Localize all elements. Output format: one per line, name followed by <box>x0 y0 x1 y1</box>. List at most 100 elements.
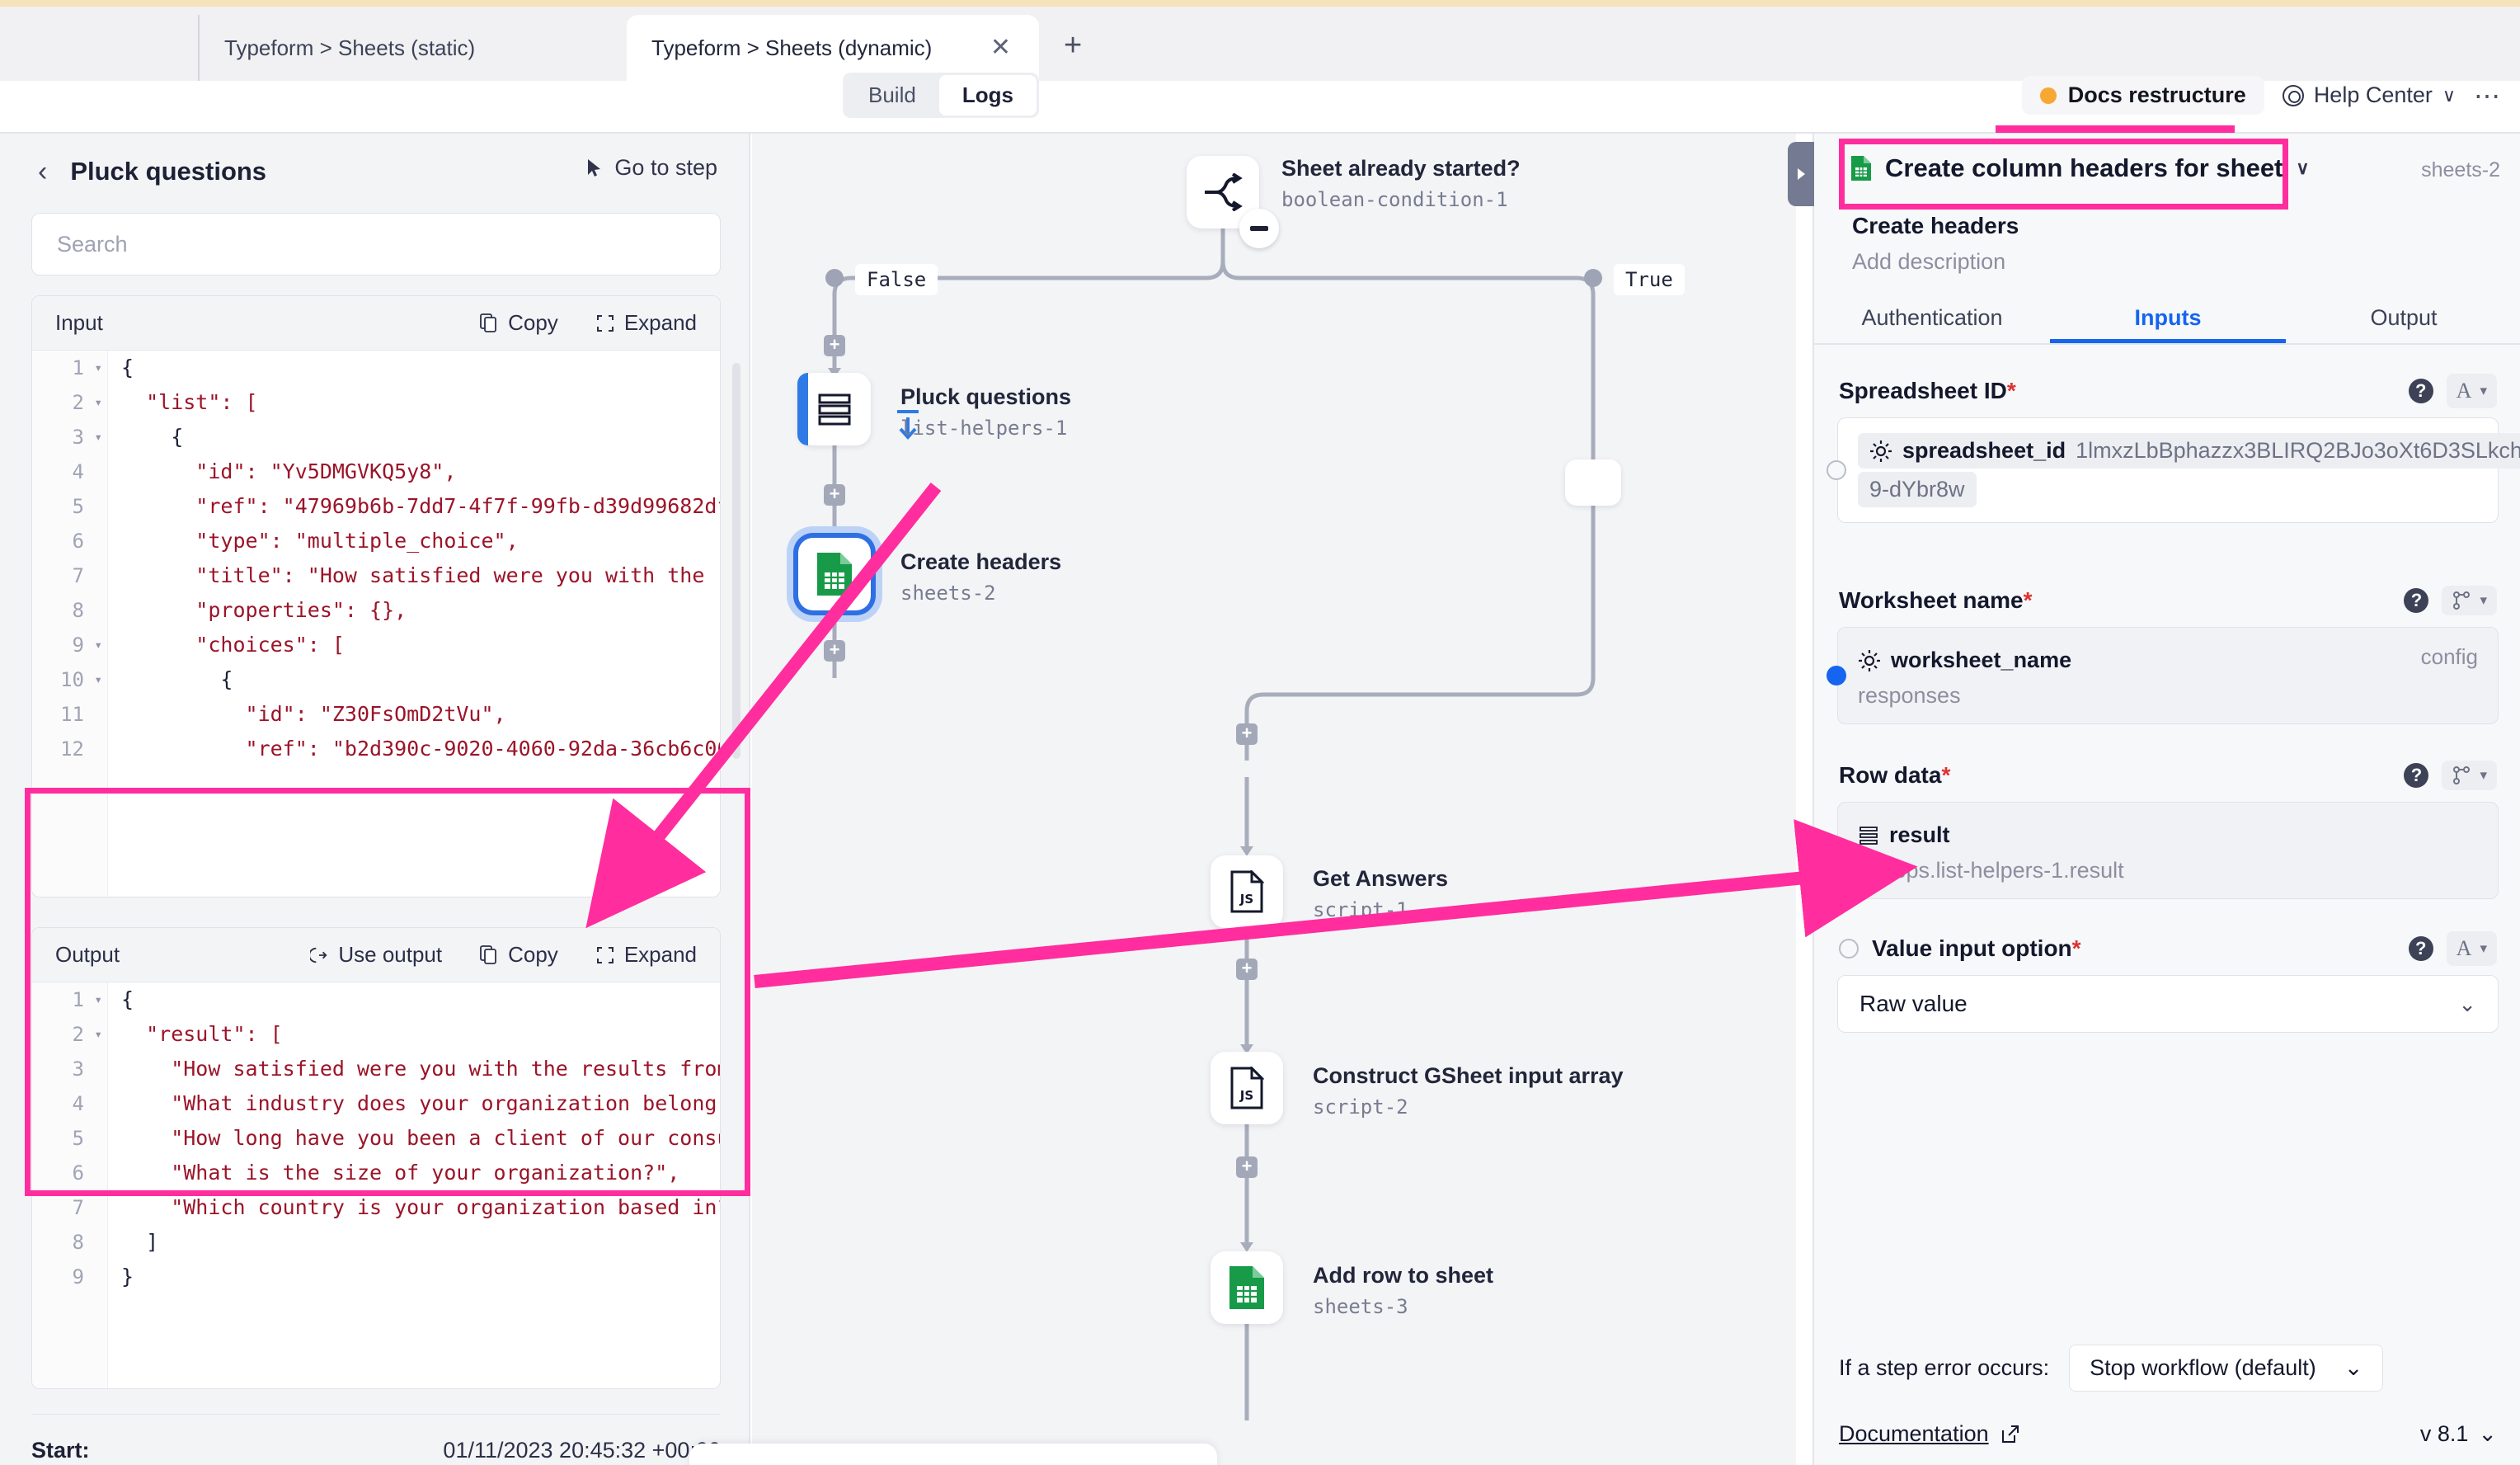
step-description-input[interactable]: Add description <box>1852 249 2005 275</box>
action-title: Create column headers for sheet <box>1885 153 2283 183</box>
help-icon[interactable]: ? <box>2409 936 2433 961</box>
new-tab-icon[interactable]: + <box>1064 30 1082 61</box>
help-icon[interactable]: ? <box>2404 763 2428 788</box>
line-number: 3 <box>32 1052 107 1086</box>
collapse-node-button[interactable] <box>1239 209 1279 248</box>
add-step-button-after-headers[interactable]: + <box>824 640 845 662</box>
fold-toggle-icon[interactable]: ▾ <box>94 662 102 697</box>
error-handling-row: If a step error occurs: Stop workflow (d… <box>1814 1345 2520 1392</box>
help-icon[interactable]: ? <box>2409 379 2433 403</box>
node-sheets-3[interactable] <box>1211 1251 1283 1324</box>
docs-restructure-label: Docs restructure <box>2068 82 2246 108</box>
output-code-viewer[interactable]: 1▾2▾3456789 { "result": [ "How satisfied… <box>32 982 720 1388</box>
browser-tab-dynamic[interactable]: Typeform > Sheets (dynamic) ✕ <box>627 15 1039 81</box>
fold-toggle-icon[interactable]: ▾ <box>94 628 102 662</box>
action-selector-button[interactable]: Create column headers for sheet ∨ <box>1841 147 2320 190</box>
chip-value-continued: 9-dYbr8w <box>1869 477 1965 502</box>
value-box-row-data[interactable]: result $.steps.list-helpers-1.result <box>1837 802 2499 899</box>
input-copy-button[interactable]: Copy <box>480 310 558 336</box>
back-icon[interactable]: ‹ <box>38 158 47 186</box>
go-to-step-button[interactable]: Go to step <box>586 155 717 181</box>
workflow-canvas[interactable]: Sheet already started? boolean-condition… <box>752 134 1796 1465</box>
input-toolbar: Input Copy Expand <box>32 296 720 351</box>
svg-text:JS: JS <box>1239 1088 1253 1103</box>
timing-key: Start: <box>31 1438 90 1463</box>
line-number: 7 <box>32 1190 107 1225</box>
fold-toggle-icon[interactable]: ▾ <box>94 420 102 455</box>
value-type-selector-worksheet-name[interactable]: ▾ <box>2442 586 2497 615</box>
value-type-selector-value-input-option[interactable]: A ▾ <box>2447 931 2497 966</box>
chip-key: spreadsheet_id <box>1902 438 2066 464</box>
build-logs-segmented-control: Build Logs <box>843 73 1039 118</box>
step-configuration-panel: Create column headers for sheet ∨ sheets… <box>1812 134 2520 1465</box>
tab-inputs[interactable]: Inputs <box>2050 294 2286 343</box>
add-step-button-false-branch[interactable]: + <box>824 335 845 356</box>
input-scrollbar[interactable] <box>732 363 740 759</box>
execution-timing: Start:01/11/2023 20:45:32 +00:00Finish:0… <box>31 1414 721 1465</box>
node-script-2[interactable]: JS <box>1211 1052 1283 1124</box>
tab-logs[interactable]: Logs <box>939 75 1037 115</box>
google-sheets-icon <box>1850 155 1872 181</box>
add-step-button-after-pluck[interactable]: + <box>824 484 845 506</box>
field-label-worksheet-name: Worksheet name* <box>1839 587 2032 614</box>
browser-tab-static[interactable]: Typeform > Sheets (static) <box>198 15 500 81</box>
code-line: "id": "Z30FsOmD2tVu", <box>121 697 720 732</box>
step-name[interactable]: Create headers <box>1852 213 2019 239</box>
chip-row-data: result <box>1858 817 1962 853</box>
line-number: 1▾ <box>32 351 107 385</box>
output-expand-button[interactable]: Expand <box>596 942 697 968</box>
version-selector[interactable]: v 8.1 ⌄ <box>2420 1421 2497 1447</box>
input-expand-button[interactable]: Expand <box>596 310 697 336</box>
node-label-boolean-condition-1: Sheet already started? <box>1281 156 1521 181</box>
tab-build[interactable]: Build <box>845 75 939 115</box>
tab-output[interactable]: Output <box>2286 294 2520 343</box>
search-input[interactable]: Search <box>31 213 721 276</box>
code-line: "result": [ <box>121 1017 720 1052</box>
value-input-option-select[interactable]: Raw value ⌄ <box>1837 975 2499 1033</box>
code-line: "type": "multiple_choice", <box>121 524 720 558</box>
fold-toggle-icon[interactable]: ▾ <box>94 351 102 385</box>
fold-toggle-icon[interactable]: ▾ <box>94 1017 102 1052</box>
google-sheets-icon <box>816 551 853 597</box>
docs-restructure-button[interactable]: Docs restructure <box>2022 76 2264 115</box>
value-box-spreadsheet-id[interactable]: spreadsheet_id 1lmxzLbBphazzx3BLIRQ2BJo3… <box>1837 417 2499 523</box>
input-code-viewer[interactable]: 1▾2▾3▾456789▾10▾1112 { "list": [ { "id":… <box>32 351 720 897</box>
true-branch-placeholder[interactable] <box>1565 459 1621 506</box>
value-box-worksheet-name[interactable]: config worksheet_name responses <box>1837 627 2499 724</box>
fold-toggle-icon[interactable]: ▾ <box>94 982 102 1017</box>
input-section: Input Copy Expand 1▾2▾3▾456789▾ <box>31 295 721 897</box>
branch-port-false[interactable] <box>825 269 844 287</box>
error-handling-select[interactable]: Stop workflow (default) ⌄ <box>2069 1345 2383 1392</box>
help-icon[interactable]: ? <box>2404 588 2428 613</box>
documentation-link[interactable]: Documentation <box>1839 1421 2020 1447</box>
line-number: 5 <box>32 489 107 524</box>
node-list-helpers-1[interactable] <box>798 373 871 445</box>
node-script-1[interactable]: JS <box>1211 855 1283 928</box>
canvas-bottom-sheet[interactable] <box>689 1444 1217 1465</box>
add-step-button-merge[interactable]: + <box>1236 723 1258 745</box>
help-center-button[interactable]: Help Center ∨ <box>2283 82 2456 108</box>
expand-panel-icon[interactable] <box>1788 142 1814 206</box>
close-icon[interactable]: ✕ <box>982 32 1019 64</box>
chip-worksheet-name: worksheet_name <box>1858 643 2083 678</box>
google-sheets-icon <box>1228 1265 1266 1311</box>
line-number: 8 <box>32 593 107 628</box>
node-sheets-2[interactable] <box>798 538 871 610</box>
value-type-selector-spreadsheet-id[interactable]: A ▾ <box>2447 374 2497 408</box>
use-output-button[interactable]: Use output <box>310 942 442 968</box>
line-number: 9▾ <box>32 628 107 662</box>
timing-row: Start:01/11/2023 20:45:32 +00:00 <box>31 1430 721 1465</box>
chip-key: result <box>1889 822 1950 848</box>
branch-port-true[interactable] <box>1584 269 1602 287</box>
field-header-row-data: Row data* ? ▾ <box>1814 754 2520 797</box>
code-line: "ref": "47969b6b-7dd7-4f7f-99fb-d39d9968… <box>121 489 720 524</box>
code-line: { <box>121 351 720 385</box>
chevron-down-icon: ▾ <box>2480 940 2487 957</box>
output-copy-button[interactable]: Copy <box>480 942 558 968</box>
add-step-button-after-construct[interactable]: + <box>1236 1156 1258 1178</box>
fold-toggle-icon[interactable]: ▾ <box>94 385 102 420</box>
overflow-menu-icon[interactable]: ⋯ <box>2474 89 2502 102</box>
add-step-button-after-get-answers[interactable]: + <box>1236 959 1258 980</box>
tab-authentication[interactable]: Authentication <box>1814 294 2050 343</box>
value-type-selector-row-data[interactable]: ▾ <box>2442 761 2497 790</box>
